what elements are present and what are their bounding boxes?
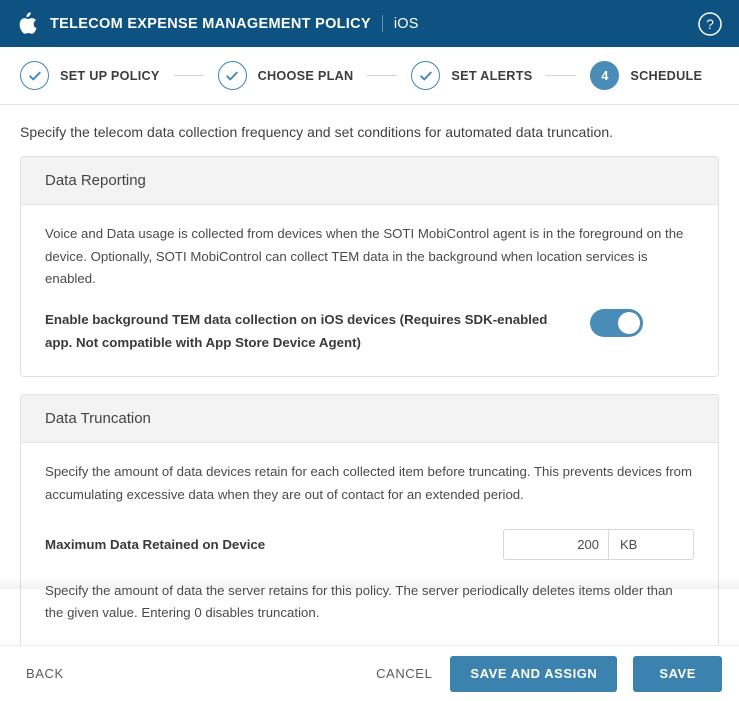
card-header: Data Reporting (21, 157, 718, 205)
platform-label: iOS (394, 16, 419, 32)
card-body: Voice and Data usage is collected from d… (21, 205, 718, 376)
step-connector (174, 75, 204, 77)
data-reporting-description: Voice and Data usage is collected from d… (45, 223, 694, 291)
card-title: Data Truncation (45, 410, 151, 427)
device-truncation-description: Specify the amount of data devices retai… (45, 461, 694, 506)
step-connector (546, 75, 576, 77)
max-data-retained-label: Maximum Data Retained on Device (45, 537, 503, 552)
step-connector (367, 75, 397, 77)
card-body: Specify the amount of data devices retai… (21, 443, 718, 645)
back-button[interactable]: BACK (24, 658, 66, 689)
card-data-truncation: Data Truncation Specify the amount of da… (20, 394, 719, 645)
save-button[interactable]: SAVE (633, 656, 722, 692)
step-4-label: SCHEDULE (630, 69, 702, 83)
sidebar-item-step-1[interactable]: SET UP POLICY (20, 61, 160, 90)
max-data-retained-unit: KB (608, 529, 694, 560)
background-collection-label: Enable background TEM data collection on… (45, 308, 590, 354)
save-and-assign-button[interactable]: SAVE AND ASSIGN (450, 656, 617, 692)
step-number-badge: 4 (590, 61, 619, 90)
card-data-reporting: Data Reporting Voice and Data usage is c… (20, 156, 719, 377)
main-content: Specify the telecom data collection freq… (0, 105, 739, 645)
policy-wizard-window: TELECOM EXPENSE MANAGEMENT POLICY iOS ? … (0, 0, 739, 701)
card-header: Data Truncation (21, 395, 718, 443)
card-title: Data Reporting (45, 172, 146, 189)
footer-bar: BACK CANCEL SAVE AND ASSIGN SAVE (0, 645, 739, 701)
sidebar-item-step-3[interactable]: SET ALERTS (411, 61, 532, 90)
step-3-label: SET ALERTS (451, 69, 532, 83)
wizard-stepper: SET UP POLICY CHOOSE PLAN SET ALERTS 4 S… (0, 47, 739, 105)
check-icon (20, 61, 49, 90)
cancel-button[interactable]: CANCEL (374, 658, 434, 689)
toggle-knob (618, 312, 640, 334)
step-2-label: CHOOSE PLAN (258, 69, 354, 83)
check-icon (218, 61, 247, 90)
help-circle-icon[interactable]: ? (697, 11, 723, 37)
svg-text:?: ? (706, 16, 714, 32)
max-data-retained-row: Maximum Data Retained on Device KB (45, 529, 694, 560)
apple-logo-icon (17, 12, 37, 36)
title-separator (382, 15, 383, 32)
step-1-label: SET UP POLICY (60, 69, 160, 83)
title-bar: TELECOM EXPENSE MANAGEMENT POLICY iOS ? (0, 0, 739, 47)
background-collection-toggle[interactable] (590, 309, 643, 337)
intro-text: Specify the telecom data collection freq… (20, 105, 719, 156)
server-truncation-description: Specify the amount of data the server re… (45, 580, 694, 625)
check-icon (411, 61, 440, 90)
max-data-retained-input-group: KB (503, 529, 694, 560)
sidebar-item-step-2[interactable]: CHOOSE PLAN (218, 61, 354, 90)
page-title: TELECOM EXPENSE MANAGEMENT POLICY (50, 16, 371, 32)
sidebar-item-step-4[interactable]: 4 SCHEDULE (590, 61, 702, 90)
max-data-retained-input[interactable] (503, 529, 608, 560)
background-collection-row: Enable background TEM data collection on… (45, 308, 694, 354)
